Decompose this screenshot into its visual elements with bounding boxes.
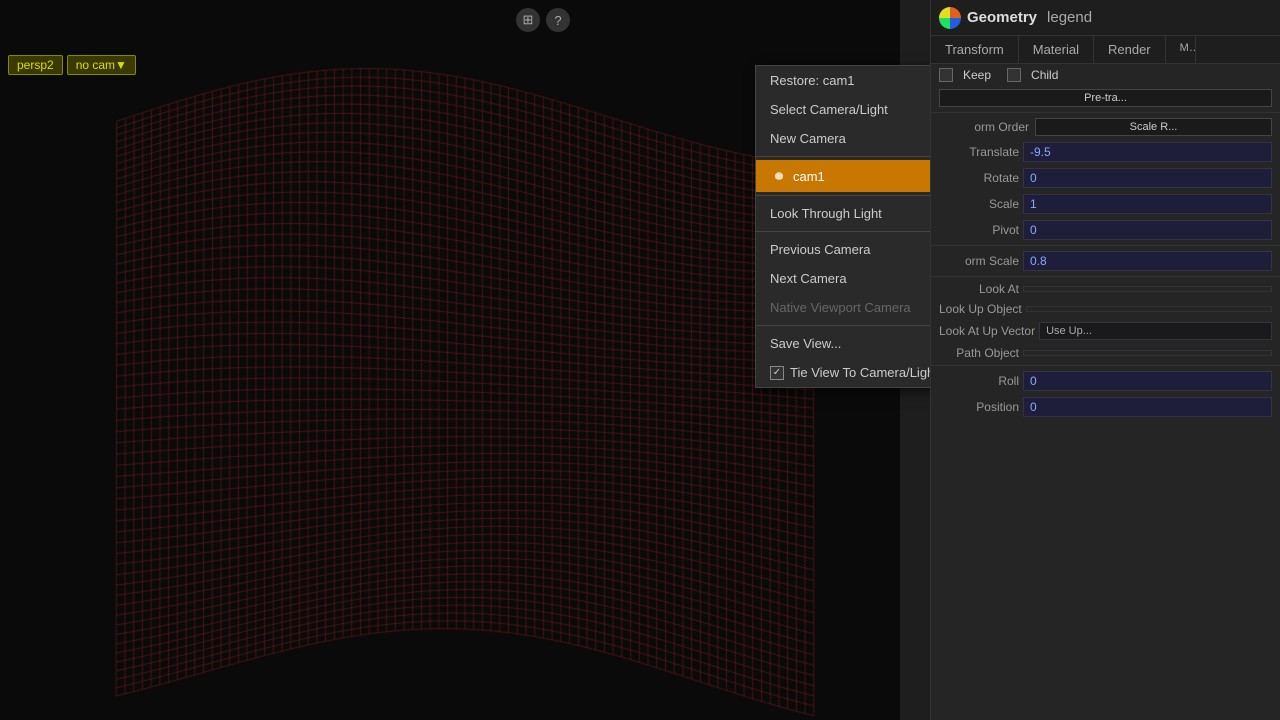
viewport-top-icons: ⊞ ? [516,8,570,32]
next-camera-label: Next Camera [770,271,847,286]
divider-1 [931,112,1280,113]
transform-order-label: orm Order [939,120,1029,134]
look-at-row: Look At [931,279,1280,299]
tab-transform[interactable]: Transform [931,36,1019,63]
look-up-object-row: Look Up Object [931,299,1280,319]
rotate-row: Rotate 0 [931,165,1280,191]
panel-header: Geometry legend [931,0,1280,36]
look-at-label: Look At [939,282,1019,296]
grid-icon[interactable]: ⊞ [516,8,540,32]
position-label: Position [939,400,1019,414]
orm-scale-value[interactable]: 0.8 [1023,251,1272,271]
cam1-label: cam1 [793,169,825,184]
tab-more[interactable]: M... [1166,36,1196,63]
separator-3 [756,231,930,232]
divider-3 [931,276,1280,277]
separator-4 [756,325,930,326]
restore-cam1-label: Restore: cam1 [770,73,855,88]
menu-item-select-camera-light[interactable]: Select Camera/Light [756,95,930,124]
path-object-row: Path Object [931,343,1280,363]
look-at-up-vector-label: Look At Up Vector [939,324,1035,338]
look-up-object-label: Look Up Object [939,302,1022,316]
camera-svg-icon [773,170,785,182]
menu-item-native-viewport: Native Viewport Camera [756,293,930,322]
look-through-light-label: Look Through Light [770,206,882,221]
transform-order-row: orm Order Scale R... [931,115,1280,139]
look-at-up-vector-value[interactable]: Use Up... [1039,322,1272,340]
roll-value[interactable]: 0 [1023,371,1272,391]
translate-label: Translate [939,145,1019,159]
path-object-value[interactable] [1023,350,1272,356]
pivot-row: Pivot 0 [931,217,1280,243]
panel-geometry-icon [939,7,961,29]
transform-order-button[interactable]: Scale R... [1035,118,1272,136]
look-at-value[interactable] [1023,286,1272,292]
path-object-label: Path Object [939,346,1019,360]
panel-content: Keep Child Pre-tra... orm Order Scale R.… [931,64,1280,714]
divider-2 [931,245,1280,246]
new-camera-label: New Camera [770,131,846,146]
menu-item-save-view[interactable]: Save View... [756,329,930,358]
separator-2 [756,195,930,196]
pre-transform-button[interactable]: Pre-tra... [939,89,1272,107]
tie-view-label: Tie View To Camera/Light [790,365,930,380]
position-value[interactable]: 0 [1023,397,1272,417]
camera-dropdown-menu: Restore: cam1 [ Select Camera/Light New … [755,65,930,388]
tie-view-checkbox[interactable]: ✓ [770,366,784,380]
translate-row: Translate -9.5 [931,139,1280,165]
scale-label: Scale [939,197,1019,211]
panel-tabs: Transform Material Render M... [931,36,1280,64]
pivot-label: Pivot [939,223,1019,237]
keep-label: Keep [963,68,991,82]
rotate-value[interactable]: 0 [1023,168,1272,188]
panel-title: Geometry [967,9,1037,26]
menu-item-tie-view[interactable]: ✓ Tie View To Camera/Light [756,358,930,387]
orm-scale-row: orm Scale 0.8 [931,248,1280,274]
keep-checkbox-row: Keep [939,68,991,82]
roll-row: Roll 0 [931,368,1280,394]
orm-scale-label: orm Scale [939,254,1019,268]
roll-label: Roll [939,374,1019,388]
select-camera-light-label: Select Camera/Light [770,102,888,117]
menu-item-new-camera[interactable]: New Camera [756,124,930,153]
pivot-value[interactable]: 0 [1023,220,1272,240]
menu-item-cam1[interactable]: cam1 [756,160,930,192]
separator-1 [756,156,930,157]
previous-camera-label: Previous Camera [770,242,870,257]
viewport-area: ⊞ ? persp2 no cam▼ Restore: cam1 [ Selec… [0,0,930,720]
save-view-label: Save View... [770,336,841,351]
rotate-label: Rotate [939,171,1019,185]
checkbox-section: Keep Child [931,64,1280,86]
menu-item-look-through-light[interactable]: Look Through Light ▶ [756,199,930,228]
keep-checkbox[interactable] [939,68,953,82]
camera-selector-button[interactable]: no cam▼ [67,55,136,75]
divider-4 [931,365,1280,366]
pre-transform-row: Pre-tra... [931,86,1280,110]
look-at-up-vector-row: Look At Up Vector Use Up... [931,319,1280,343]
help-icon[interactable]: ? [546,8,570,32]
translate-value[interactable]: -9.5 [1023,142,1272,162]
persp-mode-button[interactable]: persp2 [8,55,63,75]
tab-render[interactable]: Render [1094,36,1166,63]
panel-subtitle: legend [1047,9,1092,26]
scale-value[interactable]: 1 [1023,194,1272,214]
menu-item-next-camera[interactable]: Next Camera [756,264,930,293]
child-checkbox[interactable] [1007,68,1021,82]
menu-item-restore-cam1[interactable]: Restore: cam1 [ [756,66,930,95]
right-panel: Geometry legend Transform Material Rende… [930,0,1280,720]
menu-item-previous-camera[interactable]: Previous Camera [756,235,930,264]
tab-material[interactable]: Material [1019,36,1094,63]
look-up-object-value[interactable] [1026,306,1272,312]
child-label: Child [1031,68,1058,82]
native-viewport-label: Native Viewport Camera [770,300,911,315]
child-checkbox-row: Child [1007,68,1058,82]
scale-row: Scale 1 [931,191,1280,217]
position-row: Position 0 [931,394,1280,420]
cam1-icon [770,167,788,185]
